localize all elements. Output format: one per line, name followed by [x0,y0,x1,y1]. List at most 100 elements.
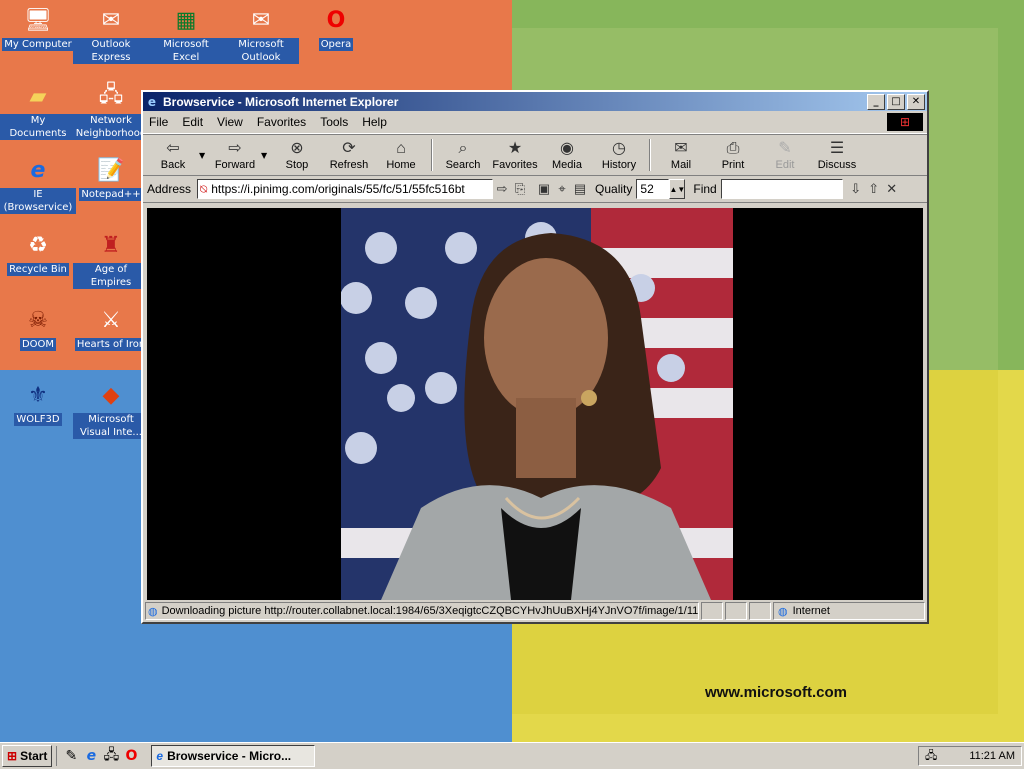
windows-flag-icon: ⊞ [7,749,18,763]
address-input[interactable]: ⍉ https://i.pinimg.com/originals/55/fc/5… [197,179,494,199]
save-image-icon[interactable]: ▣ [535,181,553,197]
find-close-icon[interactable]: ✕ [883,181,901,197]
close-button[interactable]: ✕ [907,93,925,110]
opera-icon: O [326,7,346,33]
refresh-button[interactable]: ⟳ Refresh [323,139,375,171]
quicklaunch-opera-icon[interactable]: O [121,748,141,764]
mail-icon: ✉ [674,140,688,157]
desktop-icon-visual-interdev[interactable]: ◆ Microsoft Visual Inte... [73,379,149,439]
menu-tools[interactable]: Tools [320,115,348,129]
excel-icon: ▦ [175,7,197,33]
menu-view[interactable]: View [217,115,243,129]
system-tray: 🖧 11:21 AM [918,746,1022,766]
favorites-button[interactable]: ★ Favorites [489,139,541,171]
quicklaunch-ie-icon[interactable]: e [81,748,101,764]
back-dropdown[interactable]: ▼ [199,151,209,160]
status-text-panel: ◍ Downloading picture http://router.coll… [145,602,699,620]
media-button[interactable]: ◉ Media [541,139,593,171]
media-icon: ◉ [560,140,574,157]
toolbar: ⇦ Back ▼ ⇨ Forward ▼ ⊗ Stop ⟳ Refresh ⌂ Home … [143,134,927,176]
home-button[interactable]: ⌂ Home [375,139,427,171]
status-page-icon: ◍ [148,605,158,618]
discuss-icon: ☰ [829,140,845,157]
history-button[interactable]: ◷ History [593,139,645,171]
network-tray-icon[interactable]: 🖧 [925,747,937,766]
discuss-button[interactable]: ☰ Discuss [811,139,863,171]
toolbar-separator [649,139,651,171]
mail-button[interactable]: ✉ Mail [655,139,707,171]
outlook-express-icon: ✉ [101,7,121,33]
start-button[interactable]: ⊞ Start [2,745,53,767]
displayed-photo [341,208,733,600]
security-zone: ◍ Internet [773,602,925,620]
find-prev-icon[interactable]: ⇧ [865,181,883,197]
minimize-button[interactable]: _ [867,93,885,110]
taskbar-item-browservice[interactable]: e Browservice - Micro... [151,745,316,767]
globe-icon: ◍ [778,605,788,618]
desktop-icon-network[interactable]: 🖧 Network Neighborhood [73,80,149,140]
wallpaper-url-text: www.microsoft.com [705,684,847,701]
maximize-button[interactable]: □ [887,93,905,110]
menu-favorites[interactable]: Favorites [257,115,306,129]
hearts-of-iron-icon: ⚔ [101,307,121,333]
go-arrow-icon[interactable]: ⇨ [493,181,511,197]
folder-icon: ▰ [29,83,47,109]
forward-button[interactable]: ⇨ Forward [209,139,261,171]
desktop-icon-recycle-bin[interactable]: ♻ Recycle Bin [0,229,76,276]
search-icon: ⌕ [458,140,468,157]
network-icon: 🖧 [98,82,124,107]
bookmark-icon[interactable]: ⎘ [511,181,529,197]
stop-button[interactable]: ⊗ Stop [271,139,323,171]
print-button[interactable]: ⎙ Print [707,139,759,171]
computer-icon: 🖥 [24,7,52,33]
desktop-icon-outlook-express[interactable]: ✉ Outlook Express [73,4,149,64]
outlook-icon: ✉ [251,7,271,33]
refresh-icon: ⟳ [342,140,356,157]
desktop-icon-hearts-of-iron[interactable]: ⚔ Hearts of Iron [73,304,149,351]
status-cell [701,602,723,620]
quicklaunch-notepad-icon[interactable]: ✎ [61,748,81,764]
quality-stepper[interactable]: ▲▼ [669,179,686,199]
desktop-icon-doom[interactable]: ☠ DOOM [0,304,76,351]
menu-edit[interactable]: Edit [182,115,203,129]
address-bar: Address ⍉ https://i.pinimg.com/originals… [143,176,927,203]
desktop-icon-my-documents[interactable]: ▰ My Documents [0,80,76,140]
desktop-icon-wolf3d[interactable]: ⚜ WOLF3D [0,379,76,426]
window-title: Browservice - Microsoft Internet Explore… [163,94,399,109]
visual-interdev-icon: ◆ [102,382,120,408]
recycle-bin-icon: ♻ [28,232,48,258]
menu-help[interactable]: Help [362,115,387,129]
desktop-icon-outlook[interactable]: ✉ Microsoft Outlook [223,4,299,64]
quicklaunch-network-icon[interactable]: 🖧 [101,744,121,768]
search-button[interactable]: ⌕ Search [437,139,489,171]
browser-window[interactable]: e Browservice - Microsoft Internet Explo… [141,90,929,624]
page-icon: ⍉ [200,181,208,196]
desktop-icon-ie[interactable]: e IE (Browservice) [0,154,76,214]
ie-icon: e [30,157,46,183]
desktop-icon-excel[interactable]: ▦ Microsoft Excel [148,4,224,64]
find-next-icon[interactable]: ⇩ [847,181,865,197]
desktop-icon-opera[interactable]: O Opera [298,4,374,51]
edit-icon: ✎ [778,140,792,157]
quality-input[interactable]: 52 [636,179,670,199]
desktop-icon-notepadpp[interactable]: 📝 Notepad++ [73,154,149,201]
home-icon: ⌂ [396,140,406,157]
page-content[interactable] [147,208,923,600]
stop-icon: ⊗ [290,140,304,157]
clock[interactable]: 11:21 AM [969,750,1015,762]
title-bar[interactable]: e Browservice - Microsoft Internet Explo… [143,92,927,111]
find-input[interactable] [720,179,843,199]
clipboard-icon[interactable]: ▤ [571,181,589,197]
ie-icon: e [147,94,157,109]
forward-dropdown[interactable]: ▼ [261,151,271,160]
age-of-empires-icon: ♜ [101,232,121,258]
menu-file[interactable]: File [149,115,168,129]
edit-button[interactable]: ✎ Edit [759,139,811,171]
print-icon: ⎙ [726,140,740,157]
binoculars-icon[interactable]: ⌖ [553,181,571,197]
status-bar: ◍ Downloading picture http://router.coll… [145,602,925,620]
desktop-icon-my-computer[interactable]: 🖥 My Computer [0,4,76,51]
back-button[interactable]: ⇦ Back [147,139,199,171]
notepad-icon: 📝 [97,157,125,183]
desktop-icon-age-of-empires[interactable]: ♜ Age of Empires [73,229,149,289]
